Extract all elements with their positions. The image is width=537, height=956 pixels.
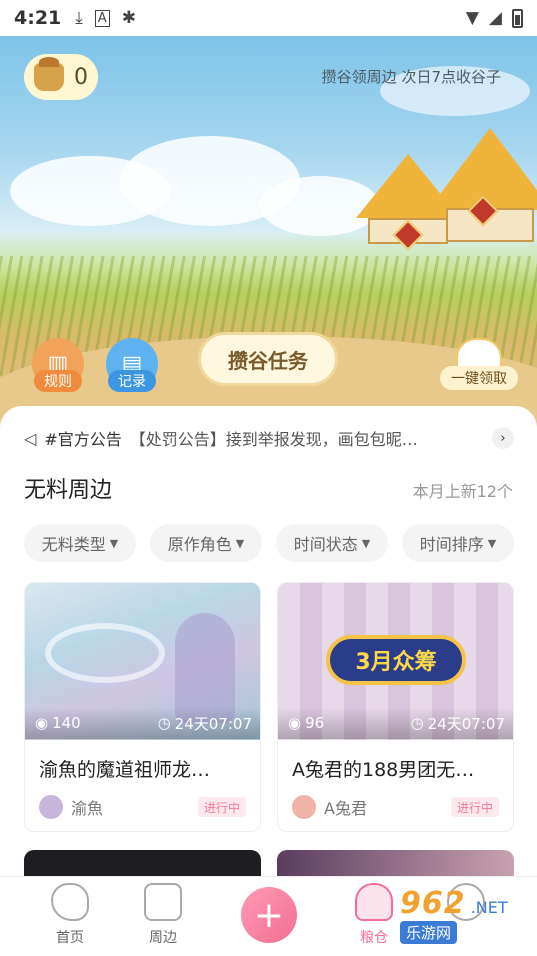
chevron-down-icon: ▼ (487, 536, 497, 550)
grain-task-button[interactable]: 攒谷任务 (198, 332, 338, 386)
announcement-message: 【处罚公告】接到举报发现，画包包昵… (129, 430, 418, 449)
palette-icon (51, 883, 89, 921)
card-title: 渝魚的魔道祖师龙… (39, 759, 211, 781)
one-click-collect-button[interactable]: 一键领取 (440, 338, 518, 392)
card-author: A兔君 (292, 795, 367, 819)
filter-type[interactable]: 无料类型 ▼ (24, 524, 136, 562)
status-badge: 进行中 (197, 797, 246, 817)
watermark-name: 乐游网 (400, 921, 458, 944)
a-badge-icon: A (94, 9, 110, 27)
filter-time-sort[interactable]: 时间排序 ▼ (402, 524, 514, 562)
filter-label: 时间状态 (293, 535, 358, 554)
card-title: A兔君的188男团无… (292, 759, 475, 781)
filter-character[interactable]: 原作角色 ▼ (150, 524, 262, 562)
time-left: ◷ 24天07:07 (411, 713, 505, 734)
time-left: ◷ 24天07:07 (158, 713, 252, 734)
views-count: ◉ 140 (35, 714, 81, 732)
chevron-down-icon: ▼ (109, 536, 119, 550)
announcement-bar[interactable]: ◁ #官方公告 【处罚公告】接到举报发现，画包包昵… › (24, 424, 514, 452)
grain-coin-counter[interactable]: 0 (24, 54, 98, 100)
clock-icon: ◷ (410, 714, 424, 732)
granary-icon (355, 883, 393, 921)
status-badge: 进行中 (450, 797, 499, 817)
bug-icon: ✱ (121, 8, 136, 28)
card-stats: ◉ 96 ◷ 24天07:07 (278, 707, 513, 739)
announcement-tag: #官方公告 (44, 430, 122, 449)
avatar (39, 795, 63, 819)
nav-merch-label: 周边 (149, 930, 177, 946)
event-banner: 3月众筹 (326, 635, 466, 685)
chevron-down-icon: ▼ (361, 536, 371, 550)
filter-time-status[interactable]: 时间状态 ▼ (276, 524, 388, 562)
content-sheet: ◁ #官方公告 【处罚公告】接到举报发现，画包包昵… › 无料周边 本月上新12… (0, 406, 537, 876)
signal-icon: ◢ (488, 8, 502, 28)
views-count: ◉ 96 (288, 714, 324, 732)
records-label: 记录 (108, 370, 156, 392)
event-banner-text: 3月众筹 (355, 650, 437, 675)
avatar (292, 795, 316, 819)
coin-count: 0 (74, 64, 88, 90)
hero-tip: 攒谷领周边 次日7点收谷子 (321, 68, 501, 86)
wifi-icon: ▼ (465, 8, 479, 28)
time-left-value: 24天07:07 (427, 714, 505, 733)
nav-home[interactable]: 首页 (30, 883, 110, 947)
nav-granary-label: 粮仓 (360, 930, 388, 946)
hero-banner: 0 攒谷领周边 次日7点收谷子 ▥ 规则 ▤ 记录 攒谷任务 一键领取 (0, 36, 537, 426)
chevron-down-icon: ▼ (235, 536, 245, 550)
add-button[interactable]: + (241, 887, 297, 943)
watermark-net: .NET (470, 898, 508, 917)
filter-label: 原作角色 (167, 535, 232, 554)
next-card-peek[interactable] (277, 850, 514, 876)
battery-icon (512, 8, 523, 28)
dragon-figure (45, 623, 165, 683)
section-title: 无料周边 (24, 478, 113, 503)
eye-icon: ◉ (35, 714, 49, 732)
filter-bar: 无料类型 ▼ 原作角色 ▼ 时间状态 ▼ 时间排序 ▼ (24, 524, 514, 562)
author-name: 渝魚 (71, 799, 104, 818)
status-bar: 4:21 ⤓ A ✱ ▼ ◢ (0, 0, 537, 36)
eye-icon: ◉ (288, 714, 302, 732)
clock-icon: ◷ (157, 714, 171, 732)
nav-home-label: 首页 (56, 930, 84, 946)
collect-label: 一键领取 (440, 366, 518, 390)
views-value: 140 (52, 714, 81, 732)
author-name: A兔君 (324, 799, 367, 818)
chevron-right-icon[interactable]: › (492, 427, 514, 449)
watermark-number: 962 (400, 886, 466, 921)
download-icon: ⤓ (75, 8, 83, 28)
nav-merch[interactable]: 周边 (123, 883, 203, 947)
section-meta: 本月上新12个 (412, 482, 513, 501)
card-stats: ◉ 140 ◷ 24天07:07 (25, 707, 260, 739)
megaphone-icon: ◁ (24, 428, 37, 448)
grain-bag-icon (34, 57, 64, 91)
status-right: ▼ ◢ (466, 8, 523, 28)
filter-label: 时间排序 (419, 535, 484, 554)
card-author: 渝魚 (39, 795, 103, 819)
status-time: 4:21 (14, 7, 62, 29)
filter-label: 无料类型 (41, 535, 106, 554)
site-watermark: 962 .NET 乐游网 (400, 886, 532, 950)
box-icon (144, 883, 182, 921)
merch-card[interactable]: 3月众筹 ◉ 96 ◷ 24天07:07 A兔君的188男团无… A兔君 进行中 (277, 582, 514, 832)
next-card-peek[interactable] (24, 850, 261, 876)
merch-card[interactable]: ◉ 140 ◷ 24天07:07 渝魚的魔道祖师龙… 渝魚 进行中 (24, 582, 261, 832)
rules-label: 规则 (34, 370, 82, 392)
time-left-value: 24天07:07 (174, 714, 252, 733)
views-value: 96 (305, 714, 325, 732)
